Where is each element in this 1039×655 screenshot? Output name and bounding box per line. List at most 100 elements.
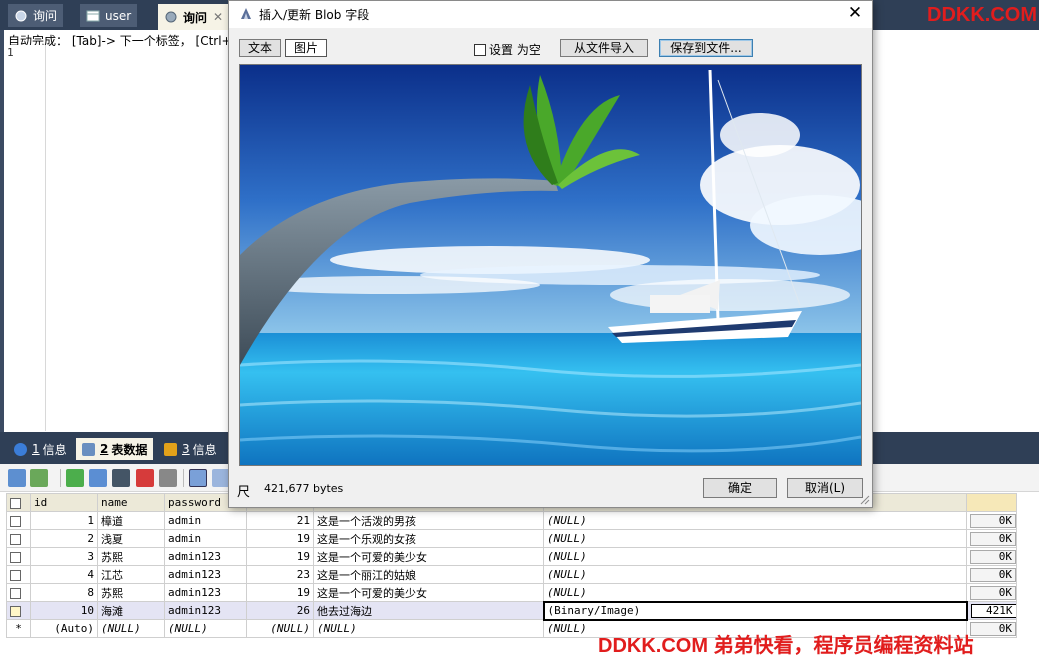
- cell-blob[interactable]: (NULL): [543, 511, 967, 530]
- cell-age[interactable]: 19: [246, 529, 314, 548]
- close-icon[interactable]: ✕: [842, 1, 868, 27]
- new-row-marker: *: [6, 619, 31, 638]
- row-checkbox[interactable]: [10, 569, 21, 581]
- cell-desc[interactable]: 这是一个可爱的美少女: [313, 583, 544, 602]
- select-all-cell[interactable]: [6, 493, 31, 512]
- export-icon[interactable]: [8, 469, 26, 487]
- cell-id[interactable]: 8: [30, 583, 98, 602]
- row-checkbox[interactable]: [10, 605, 21, 617]
- cell-password[interactable]: admin: [164, 511, 247, 530]
- cell-id[interactable]: 4: [30, 565, 98, 584]
- blob-size-button[interactable]: 0K: [970, 549, 1016, 564]
- tab-table-data[interactable]: 2 表数据: [76, 438, 154, 460]
- save-to-file-button[interactable]: 保存到文件...: [659, 39, 753, 57]
- import-icon[interactable]: [30, 469, 48, 487]
- cell-blob[interactable]: (NULL): [543, 583, 967, 602]
- grid-view-icon[interactable]: [189, 469, 207, 487]
- tab-info-3[interactable]: 3 信息: [158, 438, 223, 460]
- select-all-checkbox[interactable]: [10, 497, 21, 509]
- cell-desc[interactable]: 这是一个活泼的男孩: [313, 511, 544, 530]
- cell-id[interactable]: 1: [30, 511, 98, 530]
- cell-name[interactable]: 浅夏: [97, 529, 165, 548]
- fit-checkbox[interactable]: 设置 为空: [474, 41, 541, 58]
- blob-size-button[interactable]: 421K: [970, 603, 1016, 618]
- cell-desc[interactable]: 这是一个可爱的美少女: [313, 547, 544, 566]
- left-panel-strip: [0, 30, 4, 432]
- tab-query-active[interactable]: 询问 ✕: [158, 4, 230, 30]
- blob-image-preview: [239, 64, 862, 466]
- cell-blob[interactable]: (NULL): [543, 529, 967, 548]
- cell-name[interactable]: 苏熙: [97, 547, 165, 566]
- cell-password[interactable]: admin123: [164, 565, 247, 584]
- import-from-file-button[interactable]: 从文件导入: [560, 39, 648, 57]
- duplicate-row-icon[interactable]: [89, 469, 107, 487]
- tab-info-1[interactable]: 1 信息: [8, 438, 73, 460]
- cell-password[interactable]: admin123: [164, 583, 247, 602]
- cell-desc[interactable]: 这是一个丽江的姑娘: [313, 565, 544, 584]
- row-checkbox[interactable]: [10, 551, 21, 563]
- tab-text[interactable]: 文本: [239, 39, 281, 57]
- cell-age[interactable]: 23: [246, 565, 314, 584]
- cell-blob[interactable]: (NULL): [543, 547, 967, 566]
- blob-size-button[interactable]: 0K: [970, 567, 1016, 582]
- cell-password[interactable]: admin123: [164, 601, 247, 620]
- table-row-selected[interactable]: 10 海滩 admin123 26 他去过海边 (Binary/Image) 4…: [6, 600, 1017, 621]
- ok-button[interactable]: 确定: [703, 478, 777, 498]
- cell-age[interactable]: 19: [246, 547, 314, 566]
- cell-desc[interactable]: (NULL): [313, 619, 544, 638]
- save-icon[interactable]: [112, 469, 130, 487]
- cell-password[interactable]: admin123: [164, 547, 247, 566]
- tab-number: 3: [182, 442, 190, 456]
- cell-age[interactable]: (NULL): [246, 619, 314, 638]
- cell-name[interactable]: 樟道: [97, 511, 165, 530]
- cell-age[interactable]: 26: [246, 601, 314, 620]
- cell-name[interactable]: 江芯: [97, 565, 165, 584]
- cell-id[interactable]: 10: [30, 601, 98, 620]
- tab-image[interactable]: 图片: [285, 39, 327, 57]
- cell-blob[interactable]: (NULL): [543, 565, 967, 584]
- tab-label: 信息: [42, 442, 67, 457]
- cell-id[interactable]: (Auto): [30, 619, 98, 638]
- resize-grip-icon[interactable]: [860, 495, 870, 505]
- table-row[interactable]: 8 苏熙 admin123 19 这是一个可爱的美少女 (NULL) 0K: [6, 583, 1017, 602]
- blob-size-button[interactable]: 0K: [970, 621, 1016, 636]
- row-checkbox[interactable]: [10, 515, 21, 527]
- tab-number: 1: [32, 442, 40, 456]
- cell-desc[interactable]: 这是一个乐观的女孩: [313, 529, 544, 548]
- cell-blob-selected[interactable]: (Binary/Image): [542, 600, 968, 621]
- blob-size-button[interactable]: 0K: [970, 585, 1016, 600]
- cell-name[interactable]: (NULL): [97, 619, 165, 638]
- dialog-title-bar[interactable]: 插入/更新 Blob 字段 ✕: [229, 1, 872, 28]
- blob-size-label: 421,677 bytes: [264, 482, 344, 495]
- blob-size-button[interactable]: 0K: [970, 531, 1016, 546]
- line-gutter: [0, 45, 46, 431]
- row-checkbox[interactable]: [10, 587, 21, 599]
- checkbox-box[interactable]: [474, 43, 486, 56]
- delete-icon[interactable]: [136, 469, 154, 487]
- cell-desc[interactable]: 他去过海边: [313, 601, 544, 620]
- table-row[interactable]: 1 樟道 admin 21 这是一个活泼的男孩 (NULL) 0K: [6, 511, 1017, 530]
- add-row-icon[interactable]: [66, 469, 84, 487]
- cell-password[interactable]: admin: [164, 529, 247, 548]
- table-row[interactable]: 4 江芯 admin123 23 这是一个丽江的姑娘 (NULL) 0K: [6, 565, 1017, 584]
- cell-id[interactable]: 2: [30, 529, 98, 548]
- table-row[interactable]: 3 苏熙 admin123 19 这是一个可爱的美少女 (NULL) 0K: [6, 547, 1017, 566]
- cell-age[interactable]: 21: [246, 511, 314, 530]
- row-checkbox[interactable]: [10, 533, 21, 545]
- cancel-changes-icon[interactable]: [159, 469, 177, 487]
- close-icon[interactable]: ✕: [213, 10, 223, 24]
- tab-query-1[interactable]: 询问: [8, 4, 64, 27]
- cell-age[interactable]: 19: [246, 583, 314, 602]
- tab-user[interactable]: user: [80, 4, 138, 27]
- cell-name[interactable]: 苏熙: [97, 583, 165, 602]
- cancel-button[interactable]: 取消(L): [787, 478, 863, 498]
- cell-password[interactable]: (NULL): [164, 619, 247, 638]
- column-header-id[interactable]: id: [30, 493, 98, 512]
- cell-name[interactable]: 海滩: [97, 601, 165, 620]
- blob-size-button[interactable]: 0K: [970, 513, 1016, 528]
- app-icon: [238, 6, 254, 22]
- cell-id[interactable]: 3: [30, 547, 98, 566]
- column-header-hidden[interactable]: [966, 493, 1017, 512]
- column-header-name[interactable]: name: [97, 493, 165, 512]
- table-row[interactable]: 2 浅夏 admin 19 这是一个乐观的女孩 (NULL) 0K: [6, 529, 1017, 548]
